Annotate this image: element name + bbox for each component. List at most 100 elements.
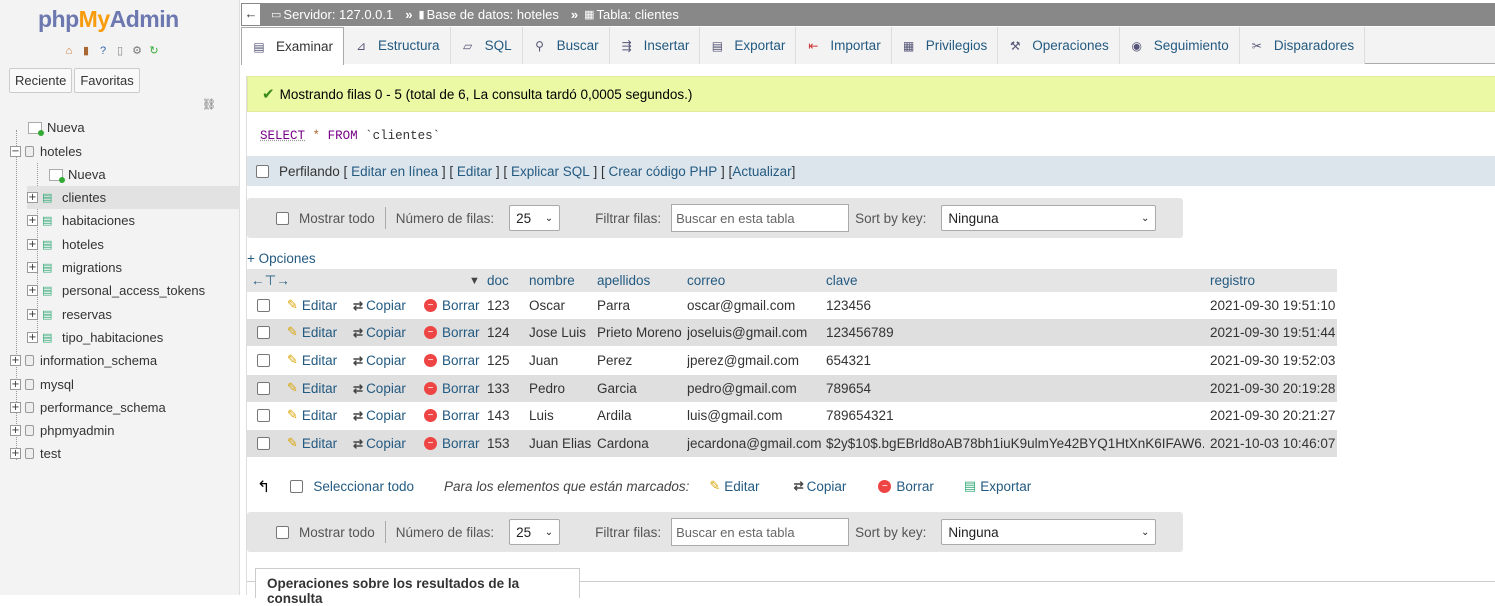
tab-buscar[interactable]: ⚲ Buscar: [522, 27, 610, 64]
copy-row-button[interactable]: ⇄ Copiar: [353, 298, 406, 313]
expand-icon[interactable]: +: [27, 309, 38, 320]
docs-icon[interactable]: ▯: [113, 44, 127, 58]
cell-apellidos[interactable]: Garcia: [597, 381, 637, 396]
cell-registro[interactable]: 2021-09-30 20:19:28: [1210, 381, 1335, 396]
bulk-edit-button[interactable]: ✎ Editar: [709, 479, 759, 494]
cell-clave[interactable]: 123456789: [826, 325, 1204, 340]
cell-correo[interactable]: joseluis@gmail.com: [687, 325, 807, 340]
tab-insertar[interactable]: ⇶ Insertar: [609, 27, 701, 64]
expand-icon[interactable]: +: [27, 262, 38, 273]
row-checkbox[interactable]: [257, 326, 270, 339]
tree-db-performance-schema[interactable]: + performance_schema: [10, 396, 166, 419]
create-php-link[interactable]: Crear código PHP: [608, 164, 717, 179]
edit-link[interactable]: Editar: [457, 164, 492, 179]
cell-doc[interactable]: 124: [487, 325, 510, 340]
copy-row-button[interactable]: ⇄ Copiar: [353, 325, 406, 340]
expand-icon[interactable]: +: [27, 239, 38, 250]
copy-row-button[interactable]: ⇄ Copiar: [353, 381, 406, 396]
cell-clave[interactable]: 789654321: [826, 408, 1204, 423]
breadcrumb-table[interactable]: ▦ Tabla: clientes: [584, 7, 679, 22]
delete-row-button[interactable]: − Borrar: [424, 298, 480, 313]
bulk-export-button[interactable]: ▤ Exportar: [964, 479, 1031, 494]
cell-correo[interactable]: luis@gmail.com: [687, 408, 782, 423]
tree-db-mysql[interactable]: + mysql: [10, 373, 74, 396]
cell-correo[interactable]: pedro@gmail.com: [687, 381, 797, 396]
column-header-doc[interactable]: doc: [487, 273, 509, 288]
profiling-checkbox[interactable]: [256, 164, 269, 178]
filter-rows-input[interactable]: Buscar en esta tabla: [671, 518, 850, 546]
cell-clave[interactable]: 789654: [826, 381, 1204, 396]
tree-table-reservas[interactable]: + ▤ reservas: [27, 303, 112, 326]
sort-by-key-select[interactable]: Ninguna ⌄: [941, 205, 1157, 231]
link-icon[interactable]: ⛓: [202, 98, 216, 111]
edit-row-button[interactable]: ✎ Editar: [287, 353, 337, 368]
filter-rows-input[interactable]: Buscar en esta tabla: [671, 204, 850, 232]
cell-nombre[interactable]: Jose Luis: [529, 325, 586, 340]
reload-icon[interactable]: ↻: [147, 44, 161, 58]
expand-icon[interactable]: +: [27, 192, 38, 203]
tab-disparadores[interactable]: ✂ Disparadores: [1239, 27, 1366, 64]
expand-icon[interactable]: +: [10, 379, 21, 390]
tree-table-habitaciones[interactable]: + ▤ habitaciones: [27, 209, 135, 232]
edit-row-button[interactable]: ✎ Editar: [287, 436, 337, 451]
options-link[interactable]: + Opciones: [247, 251, 316, 266]
cell-nombre[interactable]: Luis: [529, 408, 554, 423]
sort-by-key-select[interactable]: Ninguna ⌄: [941, 519, 1157, 545]
exit-icon[interactable]: ▮: [79, 44, 93, 58]
edit-row-button[interactable]: ✎ Editar: [287, 325, 337, 340]
tree-db-information-schema[interactable]: + information_schema: [10, 349, 157, 372]
edit-row-button[interactable]: ✎ Editar: [287, 298, 337, 313]
expand-icon[interactable]: +: [27, 215, 38, 226]
cell-nombre[interactable]: Oscar: [529, 298, 565, 313]
delete-row-button[interactable]: − Borrar: [424, 436, 480, 451]
cell-clave[interactable]: 654321: [826, 353, 1204, 368]
expand-icon[interactable]: +: [10, 425, 21, 436]
cell-correo[interactable]: jperez@gmail.com: [687, 353, 799, 368]
expand-icon[interactable]: +: [10, 448, 21, 459]
cell-apellidos[interactable]: Cardona: [597, 436, 649, 451]
collapse-sidebar-arrow-icon[interactable]: ←: [241, 3, 261, 26]
column-header-nombre[interactable]: nombre: [529, 273, 575, 288]
recent-tab[interactable]: Reciente: [9, 68, 73, 93]
expand-icon[interactable]: +: [27, 285, 38, 296]
sort-dropdown-icon[interactable]: ▼: [469, 275, 480, 287]
copy-row-button[interactable]: ⇄ Copiar: [353, 408, 406, 423]
delete-row-button[interactable]: − Borrar: [424, 408, 480, 423]
cell-correo[interactable]: oscar@gmail.com: [687, 298, 795, 313]
cell-doc[interactable]: 133: [487, 381, 510, 396]
expand-icon[interactable]: +: [27, 332, 38, 343]
cell-apellidos[interactable]: Perez: [597, 353, 632, 368]
select-all-link[interactable]: Seleccionar todo: [313, 479, 414, 494]
select-all-checkbox[interactable]: [290, 479, 304, 493]
breadcrumb-server[interactable]: ▭ Servidor: 127.0.0.1: [271, 7, 393, 22]
show-all-checkbox[interactable]: [276, 211, 289, 225]
sql-query-display[interactable]: SELECT * FROM `clientes`: [247, 116, 1495, 156]
cell-registro[interactable]: 2021-09-30 20:21:27: [1210, 408, 1335, 423]
tab-operaciones[interactable]: ⚒ Operaciones: [998, 27, 1120, 64]
tree-db-test[interactable]: + test: [10, 442, 61, 465]
cell-doc[interactable]: 143: [487, 408, 510, 423]
edit-row-button[interactable]: ✎ Editar: [287, 381, 337, 396]
tab-sql[interactable]: ▱ SQL: [450, 27, 523, 64]
column-header-correo[interactable]: correo: [687, 273, 725, 288]
row-checkbox[interactable]: [257, 409, 270, 422]
cell-clave[interactable]: 123456: [826, 298, 1204, 313]
column-header-clave[interactable]: clave: [826, 273, 858, 288]
tab-privilegios[interactable]: ▦ Privilegios: [891, 27, 999, 64]
cell-correo[interactable]: jecardona@gmail.com: [687, 436, 822, 451]
expand-icon[interactable]: +: [10, 402, 21, 413]
refresh-link[interactable]: Actualizar: [732, 164, 791, 179]
delete-row-button[interactable]: − Borrar: [424, 353, 480, 368]
row-checkbox[interactable]: [257, 382, 270, 395]
cell-doc[interactable]: 125: [487, 353, 510, 368]
tree-item-new-table[interactable]: Nueva: [49, 163, 106, 186]
bulk-delete-button[interactable]: − Borrar: [878, 479, 934, 494]
column-header-registro[interactable]: registro: [1210, 273, 1255, 288]
cell-nombre[interactable]: Juan Elias: [529, 436, 591, 451]
edit-row-button[interactable]: ✎ Editar: [287, 408, 337, 423]
cell-registro[interactable]: 2021-09-30 19:51:44: [1210, 325, 1335, 340]
cell-apellidos[interactable]: Prieto Moreno: [597, 325, 682, 340]
tree-table-migrations[interactable]: + ▤ migrations: [27, 256, 122, 279]
delete-row-button[interactable]: − Borrar: [424, 325, 480, 340]
row-checkbox[interactable]: [257, 437, 270, 450]
